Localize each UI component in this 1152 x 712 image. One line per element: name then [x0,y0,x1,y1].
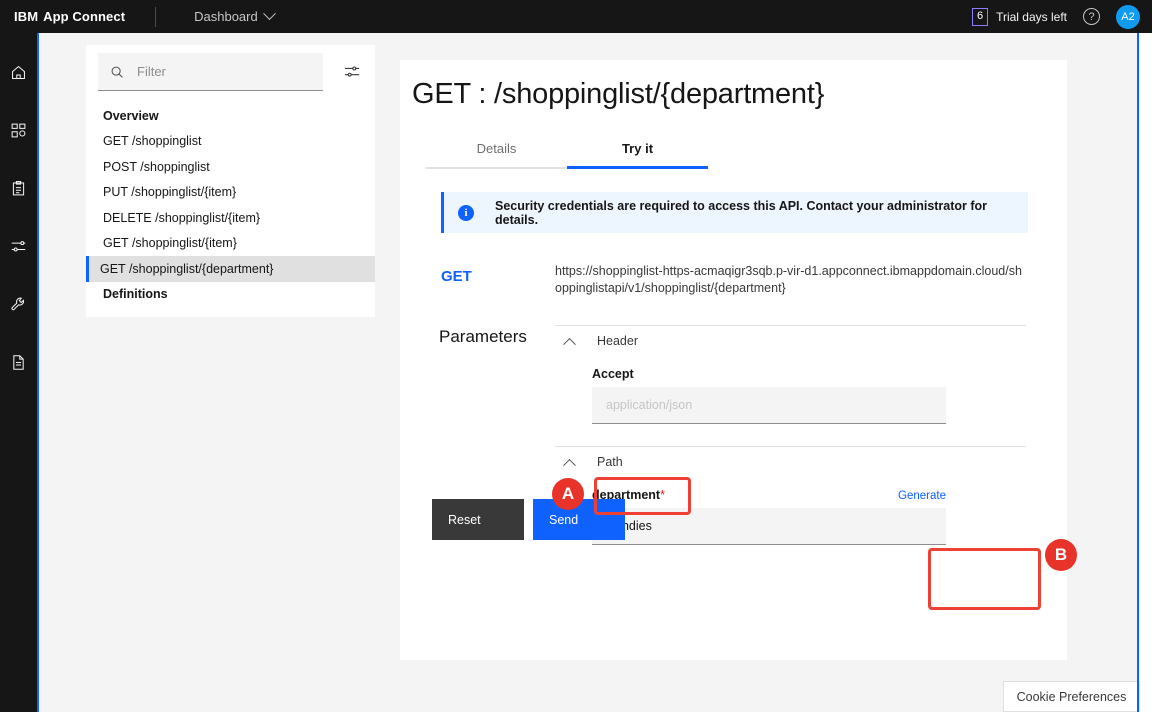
info-icon: i [458,204,474,221]
tab-try-it-label: Try it [621,141,654,156]
nav-item-overview[interactable]: Overview [86,103,375,129]
tab-details[interactable]: Details [426,135,567,169]
rail-item-apps[interactable] [0,111,37,149]
home-icon [10,64,27,81]
trial-days-count: 6 [971,7,989,26]
nav-item-get-shoppinglist-department[interactable]: GET /shoppinglist/{department} [86,256,375,282]
nav-item-get-shoppinglist-item[interactable]: GET /shoppinglist/{item} [86,231,375,257]
field-label: Accept [592,367,634,381]
help-icon-glyph: ? [1088,10,1095,23]
header-right: 6 Trial days left ? A2 [971,4,1152,29]
wrench-icon [10,296,27,313]
accept-input[interactable] [592,387,946,424]
app-root: IBM App Connect Dashboard 6 Trial days l… [0,0,1152,712]
nav-item-label: GET /shoppinglist/{department} [100,261,274,276]
tab-details-label: Details [476,141,517,156]
section-title: Header [597,334,638,348]
document-icon [10,354,27,371]
clipboard-icon [10,180,27,197]
brand-product: App Connect [43,9,126,24]
annotation-badge-a: A [552,478,584,510]
header-divider [155,6,157,27]
focus-outline-left [37,33,39,712]
left-icon-rail [0,33,37,712]
nav-item-label: POST /shoppinglist [103,159,210,174]
section-header-path[interactable]: Path [555,446,1026,477]
tab-bar: Details Try it [426,135,708,169]
section-header-header[interactable]: Header [555,325,1026,356]
dashboard-menu-label: Dashboard [194,9,258,24]
api-operations-list: Overview GET /shoppinglist POST /shoppin… [86,103,375,307]
section-title: Path [597,455,623,469]
http-method: GET [441,268,472,285]
rail-item-sliders[interactable] [0,227,37,265]
parameters-body: Header Accept Path department* Gene [555,325,1026,545]
sliders-icon [10,238,27,255]
annotation-badge-b: B [1045,539,1077,571]
rail-item-document[interactable] [0,343,37,381]
cookie-preferences-label: Cookie Preferences [1016,689,1127,704]
rail-item-clipboard[interactable] [0,169,37,207]
dashboard-menu[interactable]: Dashboard [194,7,276,24]
nav-item-get-shoppinglist[interactable]: GET /shoppinglist [86,129,375,155]
trial-status: 6 Trial days left [971,7,1067,26]
search-icon [110,65,124,79]
filter-row [86,45,375,91]
nav-item-put-shoppinglist-item[interactable]: PUT /shoppinglist/{item} [86,180,375,206]
required-marker: * [660,488,665,502]
avatar-initials: A2 [1121,10,1135,23]
nav-item-label: GET /shoppinglist/{item} [103,236,237,251]
scrollbar-track[interactable] [1140,33,1152,712]
filter-field[interactable] [98,53,323,91]
action-buttons: Reset Send [432,499,625,540]
rail-item-wrench[interactable] [0,285,37,323]
chevron-up-icon [563,458,576,472]
cookie-preferences-button[interactable]: Cookie Preferences [1003,681,1140,712]
reset-button[interactable]: Reset [432,499,524,540]
tab-try-it[interactable]: Try it [567,135,708,169]
department-input[interactable] [592,508,946,545]
field-label-row: Accept [592,367,946,381]
nav-item-post-shoppinglist[interactable]: POST /shoppinglist [86,154,375,180]
chevron-up-icon [563,337,576,351]
field-accept: Accept [555,356,1026,424]
nav-item-definitions[interactable]: Definitions [86,282,375,308]
nav-item-label: PUT /shoppinglist/{item} [103,185,237,200]
rail-item-home[interactable] [0,53,37,91]
brand-ibm: IBM [14,9,39,24]
help-icon[interactable]: ? [1083,8,1100,25]
request-url: https://shoppinglist-https-acmaqigr3sqb.… [555,264,1022,295]
request-url-row: GET https://shoppinglist-https-acmaqigr3… [441,263,1067,297]
field-label-row: department * Generate [592,488,946,502]
field-department: department * Generate [555,477,1026,545]
nav-item-label: Overview [103,108,159,123]
nav-item-label: Definitions [103,287,168,302]
api-nav-panel: Overview GET /shoppinglist POST /shoppin… [86,45,375,317]
nav-item-label: DELETE /shoppinglist/{item} [103,210,261,225]
security-notice-banner: i Security credentials are required to a… [441,192,1028,233]
focus-outline-right [1137,33,1139,712]
avatar[interactable]: A2 [1116,4,1140,29]
generate-link[interactable]: Generate [898,490,946,502]
chevron-down-icon [262,7,276,21]
apps-icon [10,122,27,139]
brand[interactable]: IBM App Connect [0,9,125,24]
filter-settings-icon[interactable] [341,53,363,91]
banner-message: Security credentials are required to acc… [495,198,988,227]
nav-item-label: GET /shoppinglist [103,134,202,149]
operation-detail-card: GET : /shoppinglist/{department} Details… [400,60,1067,660]
page-title: GET : /shoppinglist/{department} [412,78,825,110]
app-header: IBM App Connect Dashboard 6 Trial days l… [0,0,1152,33]
filter-input[interactable] [137,64,297,79]
nav-item-delete-shoppinglist-item[interactable]: DELETE /shoppinglist/{item} [86,205,375,231]
trial-days-label: Trial days left [996,9,1067,24]
